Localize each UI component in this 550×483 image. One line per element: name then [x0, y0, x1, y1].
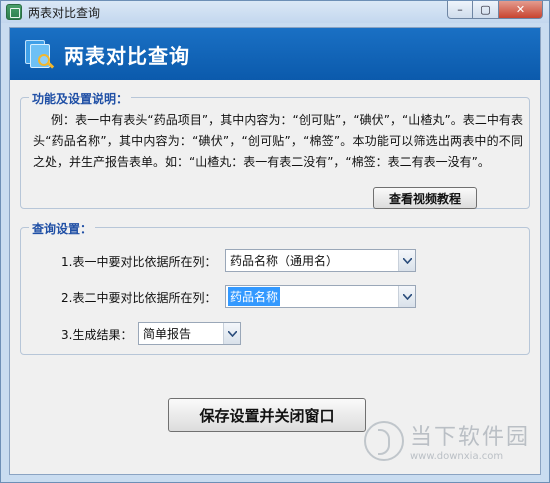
table1-column-select[interactable]: 药品名称（通用名）: [225, 249, 416, 272]
result-type-select[interactable]: 简单报告: [138, 322, 241, 345]
table2-column-value: 药品名称: [228, 287, 281, 306]
chevron-down-icon[interactable]: [223, 323, 240, 344]
compare-sheets-icon: [22, 38, 55, 70]
table2-column-label: 2.表二中要对比依据所在列：: [61, 291, 217, 305]
app-icon: [6, 4, 22, 20]
table1-column-label: 1.表一中要对比依据所在列：: [61, 255, 217, 269]
banner-title: 两表对比查询: [64, 43, 190, 68]
minimize-button[interactable]: –: [447, 1, 473, 19]
query-settings-legend: 查询设置：: [29, 220, 96, 237]
chevron-down-icon[interactable]: [398, 286, 415, 307]
window-controls: – ▢ ✕: [447, 1, 543, 19]
watermark-name: 当下软件园: [409, 425, 530, 450]
chevron-down-icon[interactable]: [398, 250, 415, 271]
watermark: 当下软件园 www.downxia.com: [363, 419, 530, 462]
description-text: 例：表一中有表头“药品项目”，其中内容为：“创可贴”，“碘伏”，“山楂丸”。表二…: [33, 113, 523, 169]
watermark-url: www.downxia.com: [409, 451, 504, 462]
close-button[interactable]: ✕: [499, 1, 543, 19]
header-banner: 两表对比查询: [10, 28, 540, 80]
table2-column-select[interactable]: 药品名称: [225, 285, 416, 308]
downxia-logo-icon: [363, 420, 404, 461]
client-area: 两表对比查询 功能及设置说明： 例：表一中有表头“药品项目”，其中内容为：“创可…: [9, 27, 541, 475]
description-group: 功能及设置说明： 例：表一中有表头“药品项目”，其中内容为：“创可贴”，“碘伏”…: [20, 90, 530, 209]
result-type-value: 简单报告: [143, 327, 192, 341]
result-type-label: 3.生成结果：: [61, 328, 133, 342]
save-and-close-button[interactable]: 保存设置并关闭窗口: [168, 398, 366, 432]
window-title: 两表对比查询: [28, 5, 101, 20]
query-settings-group: 查询设置： 1.表一中要对比依据所在列： 药品名称（通用名） 2.表二中要对比依…: [20, 220, 530, 355]
app-window: 两表对比查询 – ▢ ✕ 两表对比查询 功能及设置说明： 例：表一中有表头“药品…: [0, 0, 550, 483]
table1-column-value: 药品名称（通用名）: [230, 254, 339, 268]
title-bar[interactable]: 两表对比查询 – ▢ ✕: [1, 1, 549, 23]
view-video-tutorial-button[interactable]: 查看视频教程: [373, 187, 477, 209]
description-legend: 功能及设置说明：: [29, 90, 132, 107]
maximize-button[interactable]: ▢: [473, 1, 499, 19]
